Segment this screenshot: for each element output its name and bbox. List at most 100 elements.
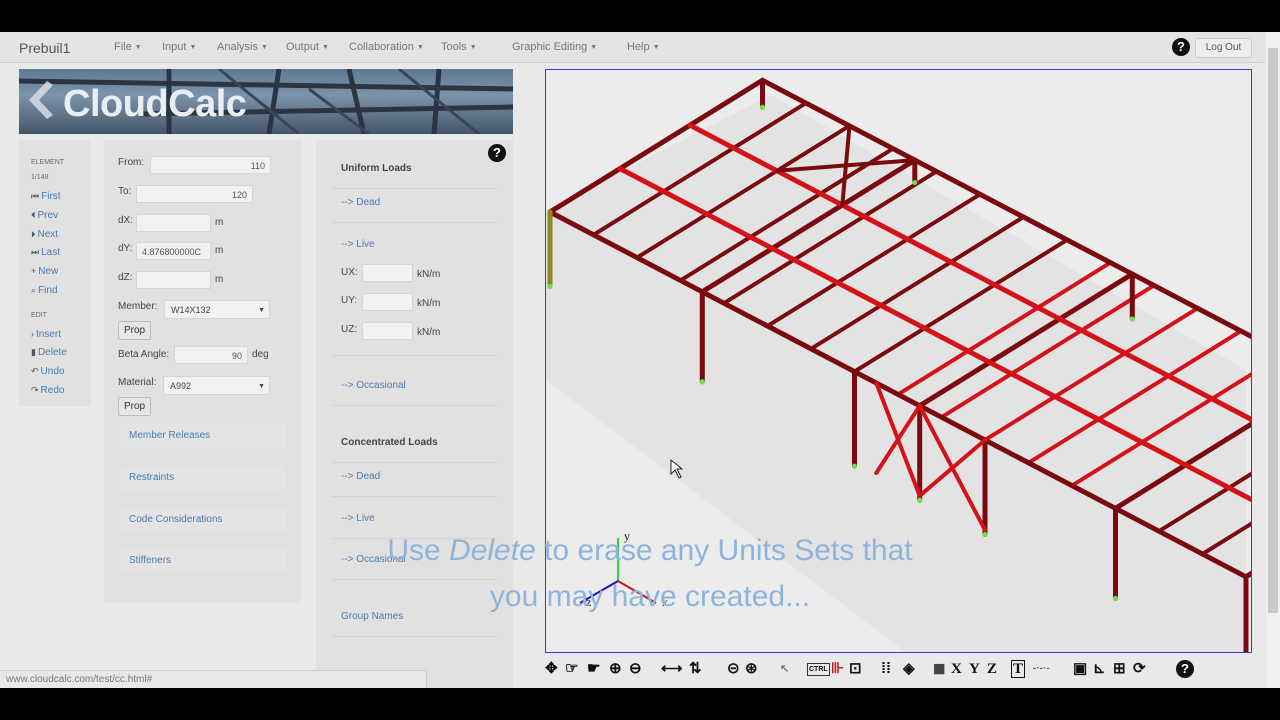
beta-angle-input[interactable]: 90: [174, 346, 248, 364]
nav-prev[interactable]: ⏴ Prev: [31, 210, 58, 221]
chart-icon[interactable]: ▣: [1073, 658, 1087, 680]
member-prop-button[interactable]: Prop: [118, 321, 152, 340]
nav-new[interactable]: + New: [31, 266, 58, 277]
nav-next[interactable]: ⏵ Next: [31, 229, 58, 240]
dy-input[interactable]: 4.876800000C: [136, 242, 211, 260]
uniform-dead-link[interactable]: --> Dead: [341, 197, 380, 208]
nav-first[interactable]: ⏮ First: [31, 191, 61, 202]
vertical-scrollbar[interactable]: [1266, 32, 1280, 688]
dimension-icon[interactable]: -·-·-: [1033, 658, 1050, 680]
support-node[interactable]: [912, 180, 918, 186]
grid-icon[interactable]: ⁞⁞: [881, 658, 891, 680]
code-considerations-section[interactable]: Code Considerations: [121, 508, 286, 532]
to-input[interactable]: 120: [136, 185, 253, 203]
view-z-button[interactable]: Z: [987, 658, 997, 680]
logout-button[interactable]: Log Out: [1195, 38, 1252, 58]
material-select[interactable]: A992 ▼: [163, 376, 270, 395]
ux-input[interactable]: [362, 264, 413, 282]
support-node[interactable]: [1113, 595, 1118, 601]
from-input[interactable]: 110: [150, 156, 271, 174]
chart-icon[interactable]: ⊞: [1113, 658, 1126, 680]
ctrl-select-icon[interactable]: CTRL: [807, 663, 830, 676]
caret-down-icon: ▼: [189, 44, 197, 51]
cube-icon[interactable]: ◼: [933, 658, 945, 680]
frame-member[interactable]: [1243, 445, 1251, 580]
menu-input[interactable]: Input ▼: [162, 41, 196, 53]
project-title[interactable]: Prebuil1: [19, 40, 70, 56]
dz-unit: m: [215, 274, 224, 285]
magnify-plus-icon[interactable]: ⊛: [745, 658, 758, 680]
uz-label: UZ:: [341, 324, 358, 335]
loads-help-icon[interactable]: ?: [488, 144, 506, 162]
nav-last[interactable]: ⏭ Last: [31, 247, 60, 258]
zoom-in-icon[interactable]: ⊕: [609, 658, 622, 680]
help-icon[interactable]: ?: [1172, 38, 1190, 56]
dx-input[interactable]: [136, 214, 211, 232]
conc-live-link[interactable]: --> Live: [341, 513, 375, 524]
material-prop-button[interactable]: Prop: [118, 397, 152, 416]
divider: [332, 636, 498, 637]
conc-dead-link[interactable]: --> Dead: [341, 471, 380, 482]
view-y-button[interactable]: Y: [969, 658, 980, 680]
pan-all-icon[interactable]: ☛: [587, 658, 600, 680]
menu-file[interactable]: File ▼: [114, 41, 142, 53]
caret-down-icon: ▼: [469, 44, 477, 51]
uz-input[interactable]: [362, 322, 413, 340]
caret-down-icon: ▼: [652, 44, 660, 51]
text-icon[interactable]: T: [1011, 660, 1026, 678]
scrollbar-thumb[interactable]: [1268, 48, 1278, 613]
fit-icon[interactable]: ⊡: [849, 658, 862, 680]
horizontal-arrow-icon[interactable]: ⟷: [661, 658, 683, 680]
uniform-live-link[interactable]: --> Live: [341, 239, 375, 250]
menu-collaboration[interactable]: Collaboration ▼: [349, 41, 424, 53]
to-label: To:: [118, 186, 132, 197]
stiffeners-section[interactable]: Stiffeners: [121, 549, 286, 573]
chart-icon[interactable]: ⊾: [1093, 658, 1106, 680]
member-label: Member:: [118, 301, 158, 312]
dy-label: dY:: [118, 243, 133, 254]
uy-input[interactable]: [362, 293, 413, 311]
pointer-icon[interactable]: ↖: [780, 658, 789, 680]
member-select[interactable]: W14X132 ▼: [164, 300, 270, 319]
edit-redo[interactable]: ↷ Redo: [31, 385, 64, 396]
support-node[interactable]: [917, 497, 923, 503]
vertical-arrow-icon[interactable]: ⇅: [689, 658, 702, 680]
render-icon[interactable]: ◈: [903, 658, 915, 680]
divider: [332, 188, 498, 189]
uniform-occasional-link[interactable]: --> Occasional: [341, 380, 406, 391]
beta-angle-label: Beta Angle:: [118, 349, 170, 360]
toolbar-help-icon[interactable]: ?: [1176, 660, 1194, 678]
menu-help[interactable]: Help ▼: [627, 41, 660, 53]
nav-find[interactable]: ⌕ Find: [31, 285, 58, 296]
menu-graphic-editing[interactable]: Graphic Editing ▼: [512, 41, 597, 53]
refresh-icon[interactable]: ⟳: [1133, 658, 1146, 680]
edit-undo[interactable]: ↶ Undo: [31, 366, 64, 377]
menu-output[interactable]: Output ▼: [286, 41, 329, 53]
support-node[interactable]: [699, 379, 705, 385]
ruler-icon[interactable]: ⊪: [831, 658, 844, 680]
caret-down-icon: ▼: [260, 44, 268, 51]
support-node[interactable]: [852, 463, 857, 469]
menu-analysis[interactable]: Analysis ▼: [217, 41, 268, 53]
member-releases-section[interactable]: Member Releases: [121, 424, 286, 448]
element-sidebar: ELEMENT 1/148 ⏮ First ⏴ Prev ⏵ Next ⏭ Last +…: [19, 140, 91, 406]
view-x-button[interactable]: X: [951, 658, 962, 680]
pan-icon[interactable]: ✥: [545, 658, 558, 680]
support-node[interactable]: [1129, 316, 1135, 322]
support-node[interactable]: [760, 104, 765, 110]
zoom-out-icon[interactable]: ⊖: [629, 658, 642, 680]
prev-icon: ⏴: [31, 210, 36, 220]
dx-unit: m: [215, 217, 224, 228]
magnify-minus-icon[interactable]: ⊝: [727, 658, 740, 680]
frame-member[interactable]: [1244, 445, 1251, 579]
edit-insert[interactable]: › Insert: [31, 329, 61, 340]
restraints-section[interactable]: Restraints: [121, 466, 286, 490]
pan-all-icon[interactable]: ☞: [565, 658, 578, 680]
edit-delete[interactable]: ▮ Delete: [31, 347, 67, 358]
trash-icon: ▮: [31, 347, 36, 357]
redo-icon: ↷: [31, 385, 39, 395]
status-url: www.cloudcalc.com/test/cc.html#: [0, 670, 427, 688]
dz-input[interactable]: [136, 271, 211, 289]
support-node[interactable]: [547, 283, 553, 289]
menu-tools[interactable]: Tools ▼: [441, 41, 477, 53]
